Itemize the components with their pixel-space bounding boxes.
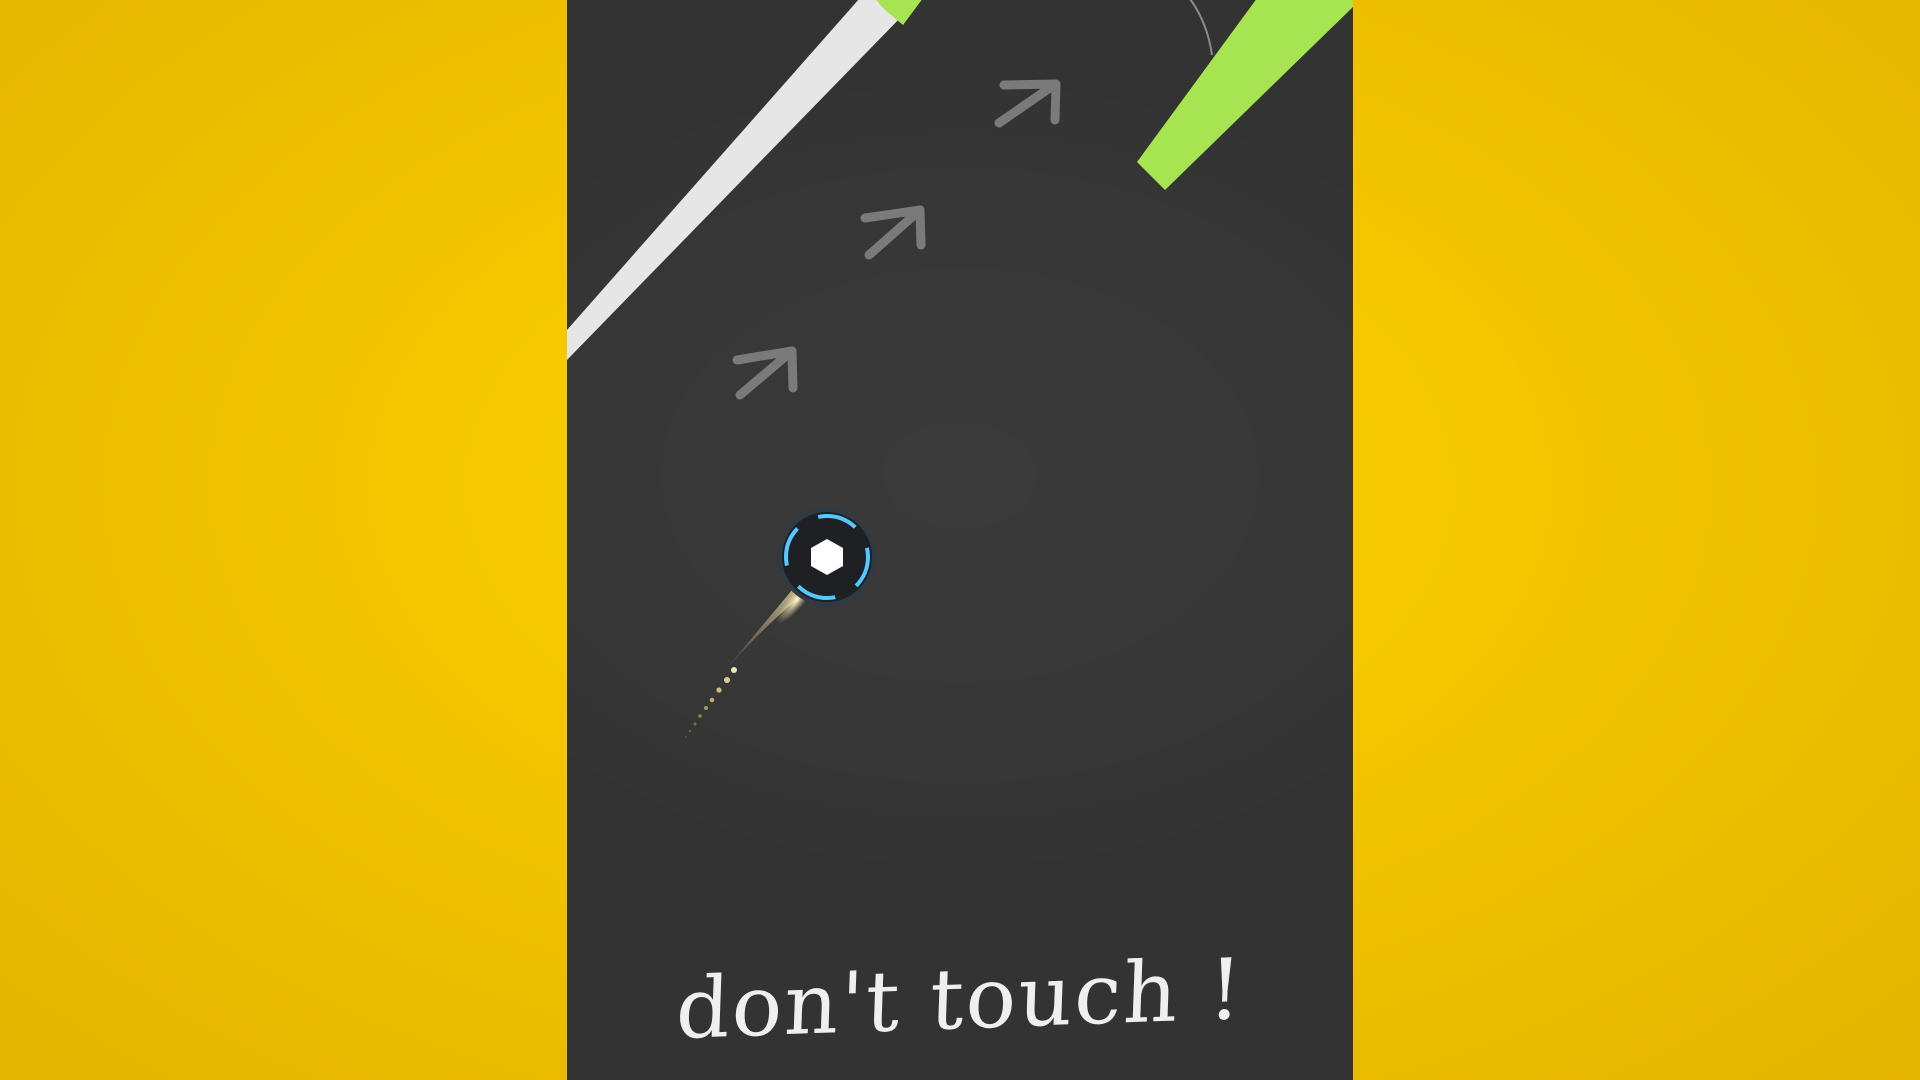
game-screen[interactable]: don't touch ! bbox=[567, 0, 1353, 1080]
arrow-up-right-icon bbox=[994, 79, 1061, 128]
arrow-up-right-icon bbox=[732, 346, 798, 400]
wall-curve bbox=[1189, 0, 1213, 56]
ball-icon[interactable] bbox=[778, 508, 876, 606]
white-wall bbox=[567, 0, 903, 360]
green-wall bbox=[1137, 0, 1353, 190]
arrow-up-right-icon bbox=[860, 205, 926, 260]
